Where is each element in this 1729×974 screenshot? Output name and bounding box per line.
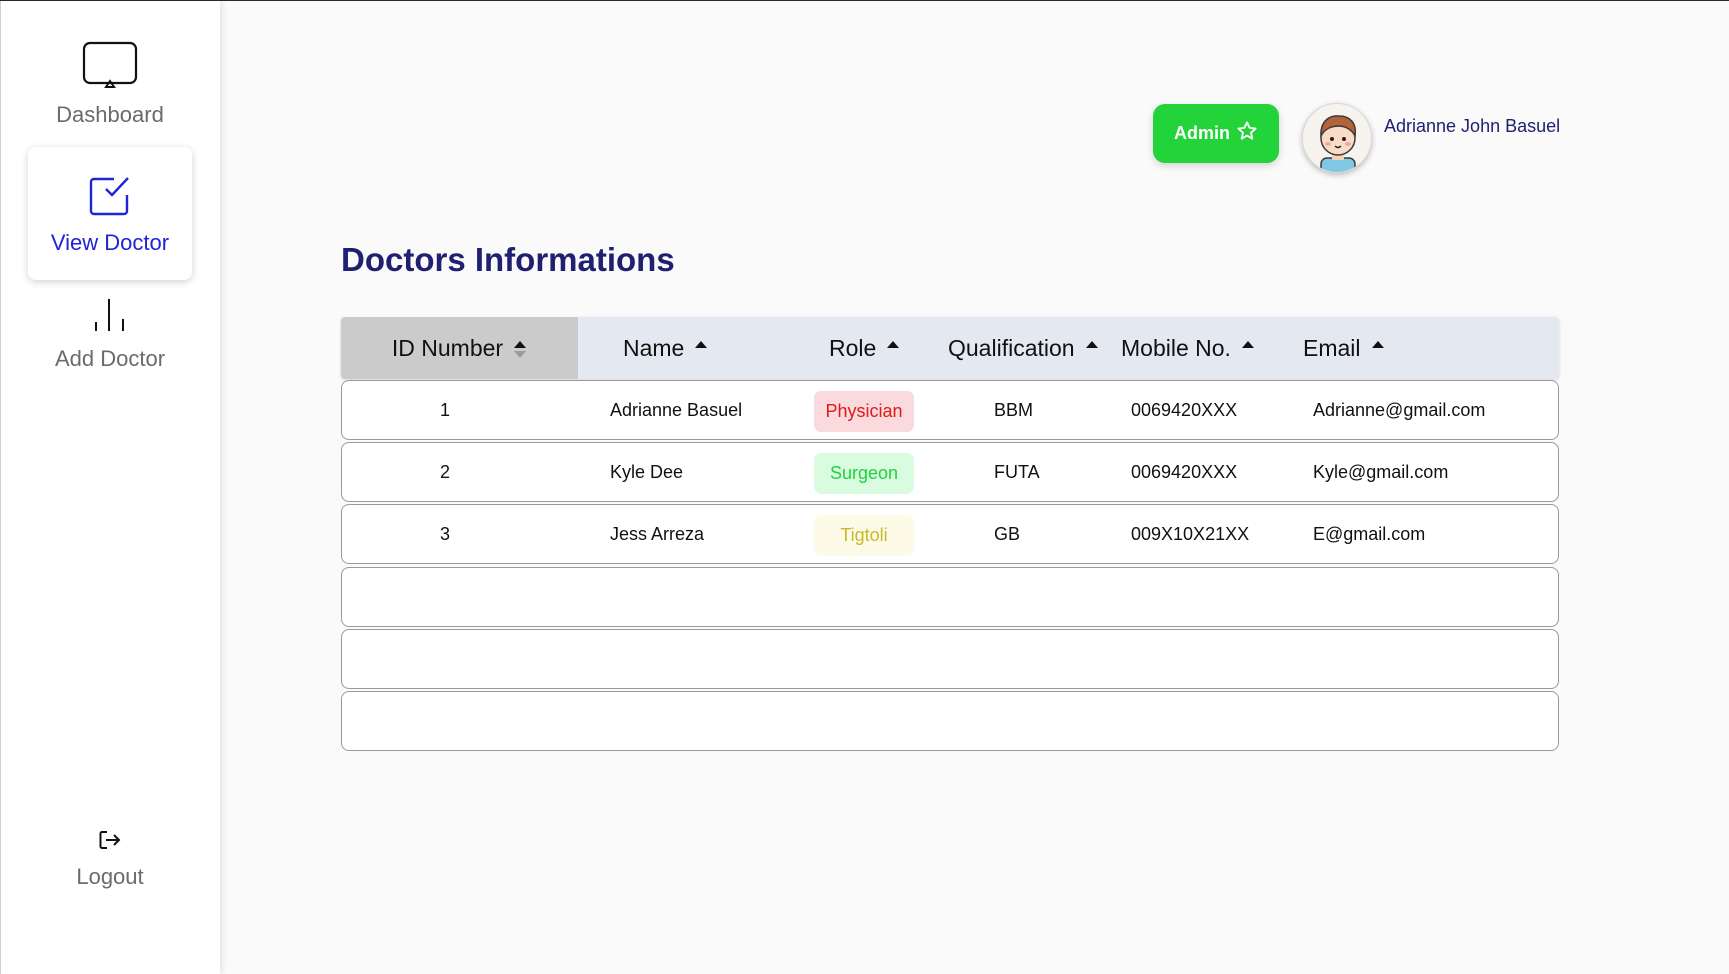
sidebar-item-label: View Doctor <box>50 230 170 255</box>
sort-icon <box>1085 337 1099 359</box>
cell-id: 3 <box>440 523 451 544</box>
cell-email: Adrianne@gmail.com <box>1313 399 1486 420</box>
column-header-role[interactable]: Role <box>829 317 900 379</box>
cell-id: 2 <box>440 461 451 482</box>
logout-label: Logout <box>76 864 144 889</box>
admin-button[interactable]: Admin <box>1153 104 1279 163</box>
cell-email: Kyle@gmail.com <box>1313 461 1449 482</box>
sort-icon <box>1371 337 1385 359</box>
role-badge: Tigtoli <box>814 515 914 556</box>
cell-qualification: BBM <box>994 399 1034 420</box>
column-header-id[interactable]: ID Number <box>341 317 578 379</box>
sidebar-item-dashboard[interactable]: Dashboard <box>28 41 192 131</box>
logout-icon <box>98 829 122 856</box>
table-row-empty <box>341 567 1559 627</box>
cell-mobile: 0069420XXX <box>1131 399 1238 420</box>
logout-button[interactable]: Logout <box>28 829 192 909</box>
sort-icon <box>513 337 527 359</box>
column-label: Email <box>1303 334 1361 361</box>
role-badge: Physician <box>814 391 914 432</box>
table-header: ID Number Name Role Qualification Mobile… <box>341 317 1559 379</box>
sidebar-item-add-doctor[interactable]: Add Doctor <box>28 297 192 377</box>
cell-name: Adrianne Basuel <box>610 399 743 420</box>
column-label: Mobile No. <box>1121 334 1231 361</box>
cell-mobile: 009X10X21XX <box>1131 523 1250 544</box>
table-row-empty <box>341 629 1559 689</box>
page-title: Doctors Informations <box>341 241 675 278</box>
cell-qualification: FUTA <box>994 461 1040 482</box>
column-header-mobile[interactable]: Mobile No. <box>1121 317 1255 379</box>
column-label: Name <box>623 334 685 361</box>
sidebar-item-view-doctor[interactable]: View Doctor <box>28 147 192 280</box>
admin-label: Admin <box>1174 123 1230 143</box>
column-header-qualification[interactable]: Qualification <box>948 317 1099 379</box>
column-label: Role <box>829 334 877 361</box>
sort-icon <box>694 337 708 359</box>
table-row-empty <box>341 691 1559 751</box>
cell-qualification: GB <box>994 523 1021 544</box>
tv-icon <box>82 41 138 94</box>
table-row[interactable]: 2 Kyle Dee Surgeon FUTA 0069420XXX Kyle@… <box>341 442 1559 502</box>
star-icon <box>1236 120 1258 147</box>
sidebar-item-label: Add Doctor <box>54 346 166 371</box>
sidebar: Dashboard View Doctor Add Doctor Logout <box>0 1 220 974</box>
sort-icon <box>1241 337 1255 359</box>
column-header-email[interactable]: Email <box>1303 317 1385 379</box>
cell-name: Jess Arreza <box>610 523 705 544</box>
avatar[interactable] <box>1302 103 1372 173</box>
role-badge: Surgeon <box>814 453 914 494</box>
cell-name: Kyle Dee <box>610 461 684 482</box>
sidebar-item-label: Dashboard <box>56 102 164 127</box>
cell-id: 1 <box>440 399 451 420</box>
sort-icon <box>886 337 900 359</box>
bar-chart-icon <box>90 297 130 338</box>
column-label: Qualification <box>948 334 1075 361</box>
cell-email: E@gmail.com <box>1313 523 1426 544</box>
checkbox-icon <box>88 175 132 222</box>
table-row[interactable]: 1 Adrianne Basuel Physician BBM 0069420X… <box>341 380 1559 440</box>
table-row[interactable]: 3 Jess Arreza Tigtoli GB 009X10X21XX E@g… <box>341 504 1559 564</box>
column-label: ID Number <box>391 334 504 361</box>
user-name: Adrianne John Basuel <box>1384 116 1561 136</box>
cell-mobile: 0069420XXX <box>1131 461 1238 482</box>
column-header-name[interactable]: Name <box>623 317 708 379</box>
